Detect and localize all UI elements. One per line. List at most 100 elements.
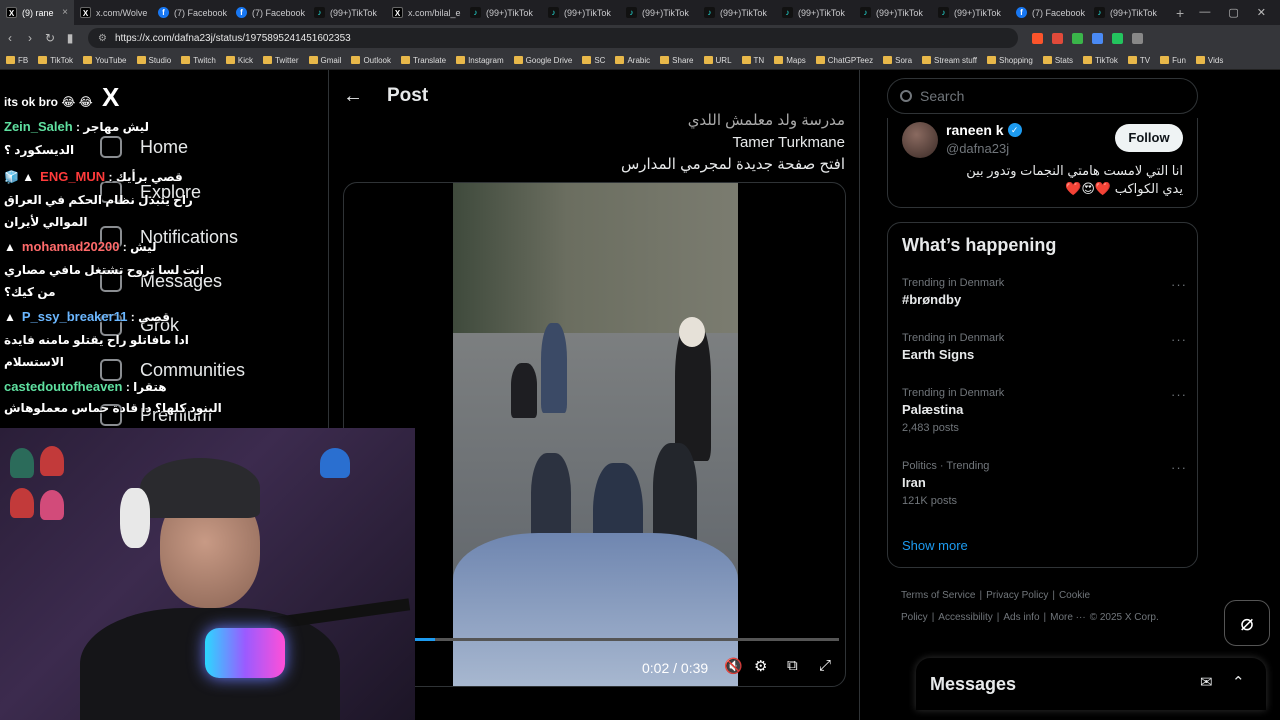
bookmark-item[interactable]: Sora xyxy=(883,56,912,65)
maximize-icon[interactable]: ▢ xyxy=(1228,6,1238,19)
extension-icon[interactable] xyxy=(1072,32,1083,44)
browser-tab[interactable]: ♪ (99+)TikTok xyxy=(932,0,1010,25)
footer-link[interactable]: Ads info xyxy=(1003,612,1039,623)
forward-arrow-icon[interactable]: › xyxy=(20,31,40,45)
footer-link[interactable]: Privacy Policy xyxy=(986,590,1048,601)
puzzle-icon[interactable] xyxy=(1132,32,1143,44)
browser-tab[interactable]: ♪ (99+)TikTok xyxy=(464,0,542,25)
profile-name[interactable]: raneen k ✓ xyxy=(946,122,1022,138)
bookmark-item[interactable]: Stream stuff xyxy=(922,56,977,65)
trend-item[interactable]: Trending in Denmark Earth Signs ··· xyxy=(902,332,1187,362)
browser-tab[interactable]: f (7) Facebook xyxy=(1010,0,1088,25)
back-arrow-icon[interactable]: ← xyxy=(343,85,363,108)
chevron-up-icon[interactable]: ⌃ xyxy=(1232,673,1245,691)
bookmark-item[interactable]: TN xyxy=(741,56,764,65)
avatar[interactable] xyxy=(902,122,938,158)
extension-icon[interactable] xyxy=(1092,32,1103,44)
profile-handle[interactable]: @dafna23j xyxy=(946,141,1009,156)
chat-text: البنود كلها؟ دا قادة حماس معملوهاش xyxy=(4,401,222,415)
trend-item[interactable]: Trending in Denmark #brøndby ··· xyxy=(902,277,1187,307)
close-tab-icon[interactable]: × xyxy=(62,7,68,18)
x-logo-icon[interactable]: X xyxy=(102,82,119,113)
show-more-link[interactable]: Show more xyxy=(902,538,968,553)
browser-tab[interactable]: f (7) Facebook xyxy=(152,0,230,25)
bookmark-icon[interactable]: ▮ xyxy=(60,31,80,45)
bookmark-item[interactable]: Shopping xyxy=(987,56,1033,65)
bookmark-item[interactable]: Outlook xyxy=(351,56,391,65)
bookmark-item[interactable]: Instagram xyxy=(456,56,504,65)
bookmark-item[interactable]: YouTube xyxy=(83,56,127,65)
fullscreen-icon[interactable]: ⤢ xyxy=(819,657,831,674)
browser-tab[interactable]: X (9) rane × xyxy=(0,0,74,25)
bookmark-item[interactable]: Gmail xyxy=(308,56,341,65)
browser-tab[interactable]: ♪ (99+)TikTok xyxy=(308,0,386,25)
browser-tab[interactable]: Xx.com/bilal_e xyxy=(386,0,464,25)
extension-icon[interactable] xyxy=(1112,32,1123,44)
new-message-icon[interactable]: ✉ xyxy=(1200,673,1213,691)
close-icon[interactable]: ✕ xyxy=(1257,6,1266,19)
bookmark-item[interactable]: Google Drive xyxy=(513,56,572,65)
follow-button[interactable]: Follow xyxy=(1115,124,1183,152)
footer-link[interactable]: More ··· xyxy=(1050,612,1086,623)
browser-tab[interactable]: Xx.com/Wolve xyxy=(74,0,152,25)
site-settings-icon[interactable]: ⚙ xyxy=(98,33,107,44)
footer-link[interactable]: Accessibility xyxy=(938,612,992,623)
bookmark-item[interactable]: TikTok xyxy=(38,56,73,65)
nav-communities[interactable]: Communities xyxy=(100,359,245,381)
video-player[interactable]: 0:02 / 0:39 🔇 ⚙ ⧉ ⤢ xyxy=(343,182,846,687)
picture-in-picture-icon[interactable]: ⧉ xyxy=(787,657,798,674)
bookmark-item[interactable]: FB xyxy=(6,56,28,65)
footer-link[interactable]: © 2025 X Corp. xyxy=(1090,612,1159,623)
bookmark-item[interactable]: Studio xyxy=(136,56,171,65)
more-options-icon[interactable]: ··· xyxy=(1171,387,1187,402)
nav-home[interactable]: Home xyxy=(100,136,188,158)
browser-tab[interactable]: ♪ (99+)TikTok xyxy=(854,0,932,25)
video-progress-fill xyxy=(414,638,436,641)
grok-icon[interactable]: ⌀ xyxy=(1224,600,1270,646)
bookmark-item[interactable]: TV xyxy=(1127,56,1150,65)
browser-tab[interactable]: f (7) Facebook xyxy=(230,0,308,25)
bookmark-item[interactable]: SC xyxy=(582,56,605,65)
trend-item[interactable]: Trending in Denmark Palæstina 2,483 post… xyxy=(902,387,1187,434)
browser-tab[interactable]: ♪ (99+)TikTok xyxy=(542,0,620,25)
more-options-icon[interactable]: ··· xyxy=(1171,460,1187,475)
bookmark-item[interactable]: Share xyxy=(660,56,694,65)
reload-icon[interactable]: ↻ xyxy=(40,31,60,45)
bookmark-item[interactable]: Maps xyxy=(774,56,806,65)
mute-icon[interactable]: 🔇 xyxy=(724,657,743,675)
trend-item[interactable]: Politics · Trending Iran 121K posts ··· xyxy=(902,460,1187,507)
bookmark-item[interactable]: Fun xyxy=(1160,56,1186,65)
bookmark-item[interactable]: Vids xyxy=(1195,56,1223,65)
back-arrow-icon[interactable]: ‹ xyxy=(0,31,20,45)
bookmark-item[interactable]: Translate xyxy=(401,56,446,65)
more-options-icon[interactable]: ··· xyxy=(1171,332,1187,347)
bookmark-item[interactable]: Stats xyxy=(1042,56,1073,65)
bookmark-item[interactable]: Kick xyxy=(225,56,253,65)
bookmark-item[interactable]: Twitter xyxy=(262,56,299,65)
window-controls: — ▢ ✕ xyxy=(1199,6,1280,19)
minimize-icon[interactable]: — xyxy=(1199,6,1210,19)
video-progress-bar[interactable] xyxy=(414,638,839,641)
search-input[interactable]: Search xyxy=(887,78,1198,114)
bookmark-item[interactable]: URL xyxy=(703,56,732,65)
footer-link[interactable]: Terms of Service xyxy=(901,590,975,601)
bookmark-item[interactable]: Arabic xyxy=(615,56,650,65)
bookmark-item[interactable]: ChatGPTeez xyxy=(815,56,873,65)
new-tab-icon[interactable]: + xyxy=(1166,5,1194,21)
footer-links: Terms of Service | Privacy Policy | Cookie P… xyxy=(901,585,1191,629)
chat-text: ادا مافاتلو راح يقتلو مامنه فايدة xyxy=(4,333,189,347)
facebook-favicon-icon: f xyxy=(1016,7,1027,18)
bookmark-item[interactable]: TikTok xyxy=(1083,56,1118,65)
rewards-icon[interactable] xyxy=(1052,32,1063,44)
bookmark-item[interactable]: Twitch xyxy=(181,56,216,65)
browser-tab[interactable]: ♪ (99+)TikTok xyxy=(620,0,698,25)
browser-tab[interactable]: ♪ (99+)TikTok xyxy=(1088,0,1166,25)
browser-tab[interactable]: ♪ (99+)TikTok xyxy=(776,0,854,25)
browser-tab[interactable]: ♪ (99+)TikTok xyxy=(698,0,776,25)
more-options-icon[interactable]: ··· xyxy=(1171,277,1187,292)
url-bar[interactable]: ⚙ https://x.com/dafna23j/status/19758952… xyxy=(88,28,1018,48)
settings-icon[interactable]: ⚙ xyxy=(754,657,767,675)
messages-drawer[interactable]: Messages ✉ ⌃ xyxy=(916,658,1266,710)
wall-cap xyxy=(40,446,64,476)
brave-shield-icon[interactable] xyxy=(1032,32,1043,44)
